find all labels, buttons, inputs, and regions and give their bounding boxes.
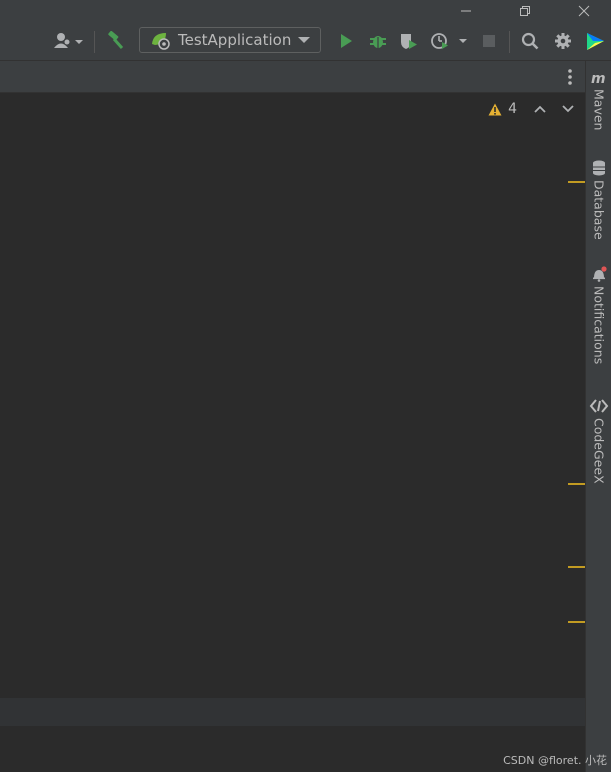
settings-button[interactable] <box>552 28 574 54</box>
profiler-icon <box>431 33 467 49</box>
toolbar-separator <box>509 31 510 53</box>
close-button[interactable] <box>561 0 607 22</box>
hammer-icon <box>108 31 124 49</box>
search-icon <box>521 32 539 50</box>
profile-button[interactable] <box>428 28 472 54</box>
tool-window-label: Maven <box>591 89 607 131</box>
bug-icon <box>370 36 386 48</box>
spring-app-icon <box>152 33 170 50</box>
coverage-button[interactable] <box>397 28 421 54</box>
minimize-button[interactable] <box>443 0 489 22</box>
gear-icon <box>555 33 571 49</box>
tool-window-label: CodeGeeX <box>591 418 607 484</box>
tool-window-notifications[interactable]: Notifications <box>586 266 611 364</box>
coverage-icon <box>401 34 417 49</box>
bell-icon <box>593 266 607 282</box>
tool-window-maven[interactable]: m Maven <box>586 71 611 130</box>
run-button[interactable] <box>335 28 357 54</box>
more-actions-button[interactable] <box>562 67 578 87</box>
run-icon <box>341 34 352 48</box>
tool-window-codegeex[interactable]: CodeGeeX <box>586 398 611 484</box>
minimize-icon <box>461 10 471 12</box>
watermark-text: CSDN @floret. 小花 <box>503 754 607 767</box>
previous-highlight-button[interactable] <box>533 104 547 114</box>
stop-button[interactable] <box>478 28 500 54</box>
maven-icon: m <box>591 71 606 85</box>
editor-tab-strip <box>0 61 585 93</box>
right-tool-window-strip: m Maven Database Notifications CodeGeeX <box>585 61 611 772</box>
restore-button[interactable] <box>502 0 548 22</box>
run-configuration-label: TestApplication <box>178 31 292 49</box>
next-highlight-button[interactable] <box>561 104 575 114</box>
account-button[interactable] <box>50 28 86 54</box>
close-icon <box>578 5 590 17</box>
chevron-down-icon <box>298 37 310 43</box>
warning-stripe-marker[interactable] <box>568 483 585 485</box>
main-toolbar: TestApplication <box>0 22 611 61</box>
database-icon <box>593 160 605 176</box>
inspection-widget[interactable]: 4 <box>488 101 575 117</box>
more-vertical-icon <box>568 69 572 85</box>
svg-text:m: m <box>591 71 606 85</box>
search-everywhere-button[interactable] <box>519 28 541 54</box>
warning-stripe-marker[interactable] <box>568 181 585 183</box>
run-configuration-select[interactable]: TestApplication <box>139 27 321 53</box>
warning-icon <box>488 103 502 115</box>
editor-bottom-line <box>0 698 585 726</box>
toolbox-logo-icon <box>587 33 604 50</box>
title-bar <box>0 0 611 22</box>
stop-icon <box>483 35 495 47</box>
warning-count: 4 <box>508 101 517 117</box>
warning-stripe-marker[interactable] <box>568 566 585 568</box>
user-icon <box>54 33 83 48</box>
toolbar-separator <box>94 31 95 53</box>
jetbrains-toolbox-button[interactable] <box>584 28 606 54</box>
codegeex-icon <box>589 399 609 413</box>
code-editor[interactable]: 4 <box>0 93 585 772</box>
debug-button[interactable] <box>366 28 390 54</box>
tool-window-label: Database <box>591 180 607 240</box>
build-button[interactable] <box>103 28 127 54</box>
warning-stripe-marker[interactable] <box>568 621 585 623</box>
restore-icon <box>520 6 530 16</box>
tool-window-label: Notifications <box>591 286 607 365</box>
tool-window-database[interactable]: Database <box>586 160 611 240</box>
